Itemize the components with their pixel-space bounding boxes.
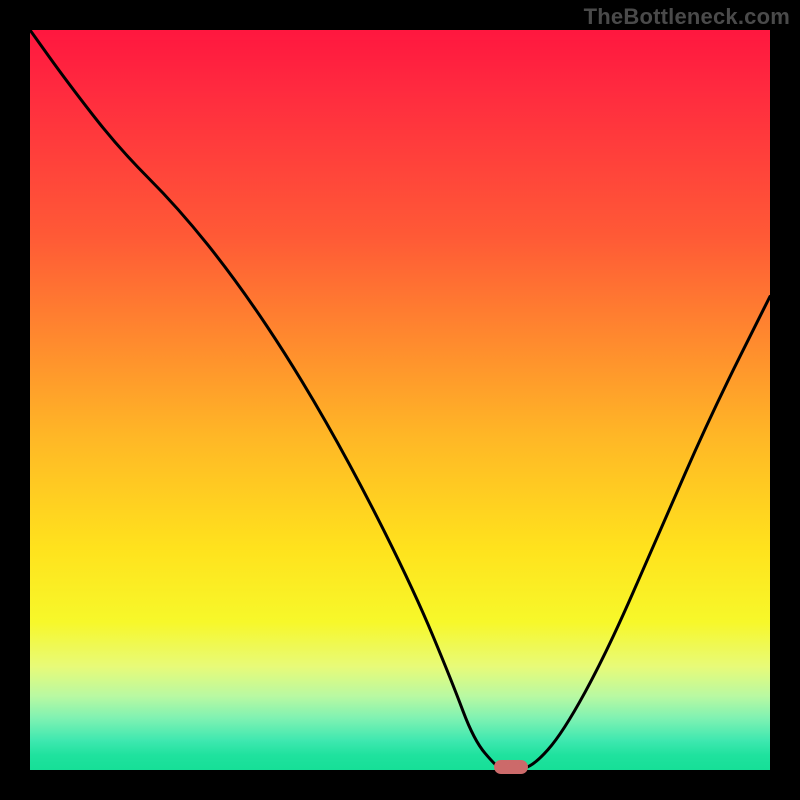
plot-area: [30, 30, 770, 770]
valley-marker: [494, 760, 528, 774]
watermark-text: TheBottleneck.com: [584, 4, 790, 30]
chart-frame: TheBottleneck.com: [0, 0, 800, 800]
bottleneck-curve: [30, 30, 770, 770]
